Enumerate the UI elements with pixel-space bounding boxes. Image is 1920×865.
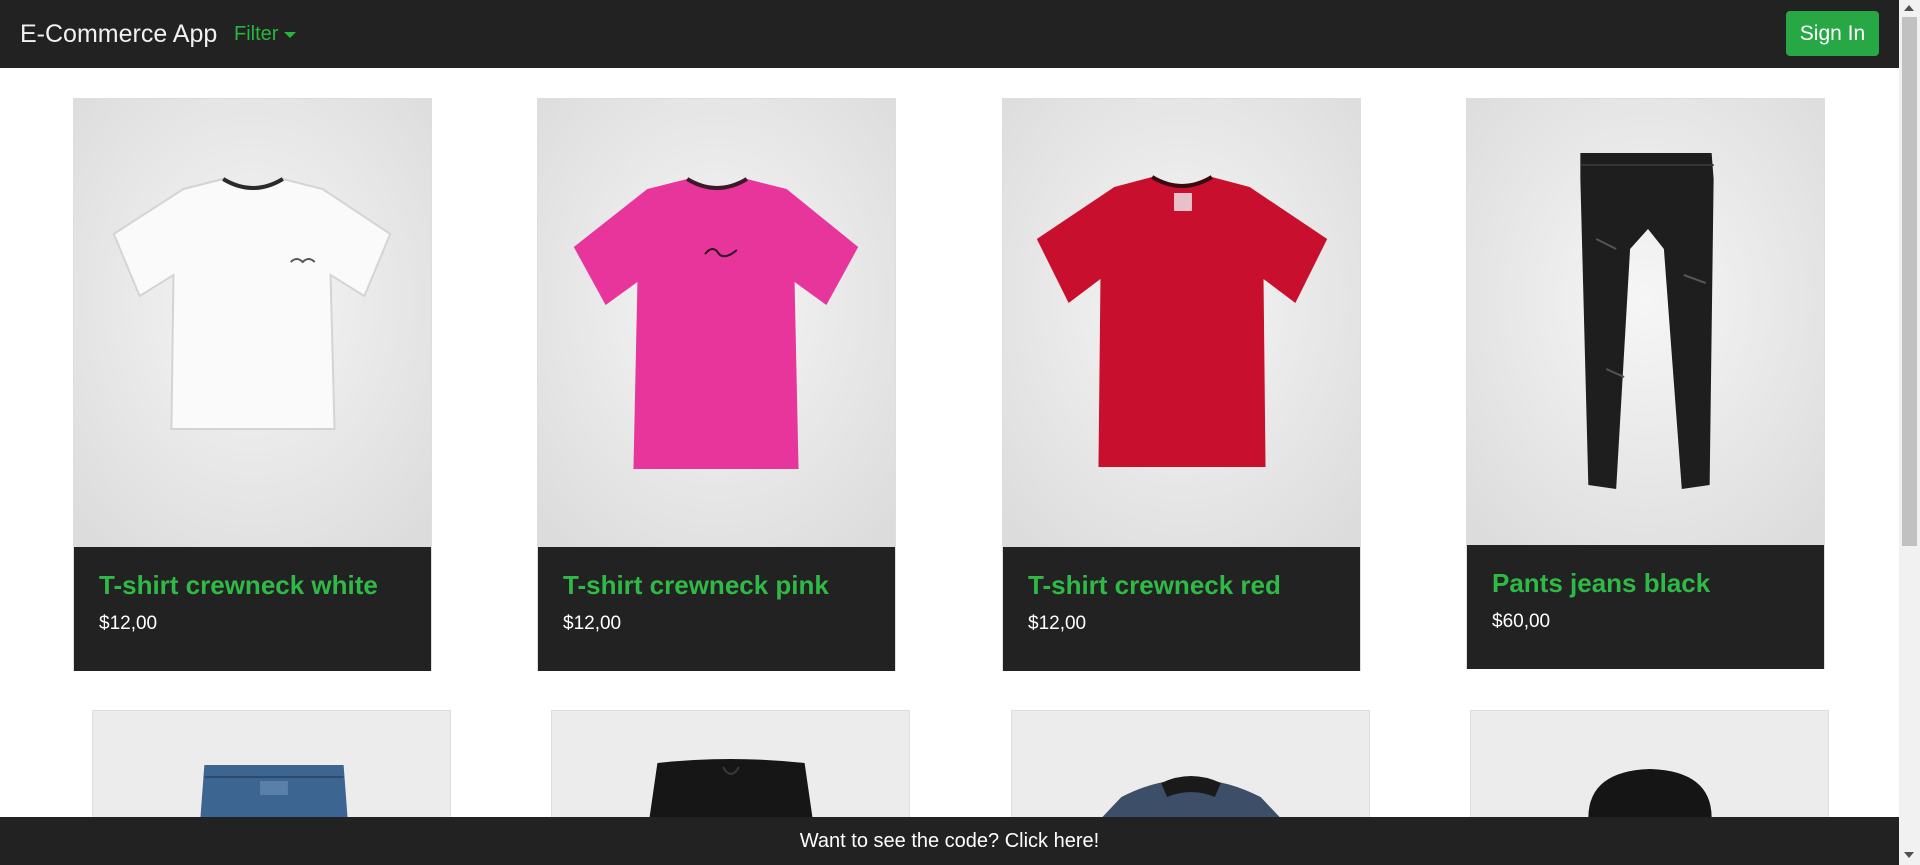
product-card[interactable]: T-shirt crewneck white $12,00 [73,98,432,671]
jeans-icon [93,711,450,817]
product-card[interactable]: T-shirt crewneck pink $12,00 [537,98,896,671]
product-image[interactable] [1003,99,1360,547]
product-title[interactable]: T-shirt crewneck red [1028,569,1335,601]
footer-code-link[interactable]: Want to see the code? Click here! [0,817,1899,865]
product-title[interactable]: T-shirt crewneck pink [563,569,870,601]
tshirt-icon [1003,99,1360,547]
card-body: T-shirt crewneck red $12,00 [1003,547,1360,671]
tshirt-icon [538,99,895,547]
beanie-icon [1471,711,1828,817]
product-card[interactable] [1470,710,1829,817]
scroll-down-icon[interactable] [1904,852,1914,858]
product-price: $60,00 [1492,611,1551,632]
product-image[interactable] [1012,711,1369,817]
caret-down-icon [284,32,297,38]
card-body: T-shirt crewneck pink $12,00 [538,547,895,671]
navbar: E-Commerce App Filter Sign In [0,0,1899,68]
filter-dropdown[interactable]: Filter [234,22,297,46]
product-title[interactable]: T-shirt crewneck white [99,569,406,601]
product-card[interactable]: Pants jeans black $60,00 [1466,98,1825,669]
vertical-scrollbar[interactable] [1899,0,1920,865]
tshirt-icon [74,99,431,547]
product-image[interactable] [1467,99,1824,545]
product-card[interactable] [1011,710,1370,817]
product-title[interactable]: Pants jeans black [1492,567,1799,599]
product-image[interactable] [538,99,895,547]
scroll-up-icon[interactable] [1904,5,1914,11]
product-price: $12,00 [99,613,158,634]
jacket-icon [1012,711,1369,817]
jeans-icon [1467,99,1824,545]
brand-title[interactable]: E-Commerce App [20,19,217,49]
product-card[interactable] [551,710,910,817]
filter-label: Filter [234,23,279,45]
card-body: T-shirt crewneck white $12,00 [74,547,431,671]
product-card[interactable] [92,710,451,817]
product-price: $12,00 [563,613,622,634]
scrollbar-thumb[interactable] [1902,17,1917,546]
product-image[interactable] [74,99,431,547]
product-card[interactable]: T-shirt crewneck red $12,00 [1002,98,1361,671]
product-image[interactable] [1471,711,1828,817]
product-image[interactable] [552,711,909,817]
card-body: Pants jeans black $60,00 [1467,545,1824,669]
product-image[interactable] [93,711,450,817]
sign-in-button[interactable]: Sign In [1786,11,1879,56]
joggers-icon [552,711,909,817]
product-price: $12,00 [1028,613,1087,634]
